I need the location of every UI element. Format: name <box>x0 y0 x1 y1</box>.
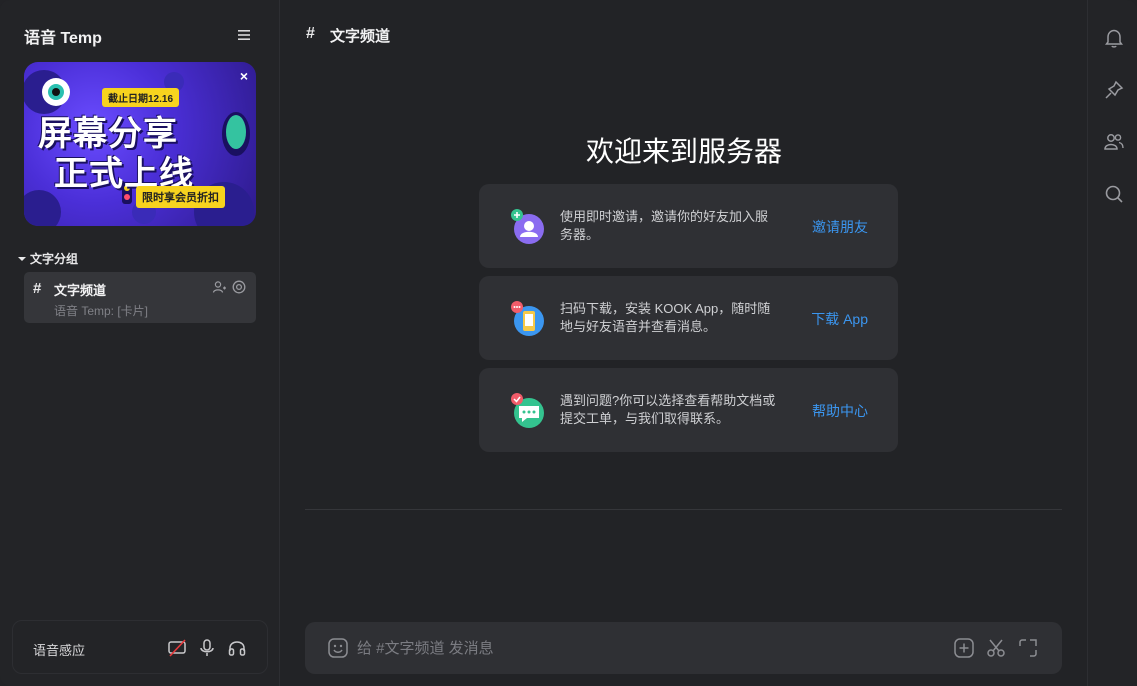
download-app-link[interactable]: 下载 App <box>811 309 868 329</box>
welcome-heading: 欢迎来到服务器 <box>585 136 782 167</box>
channel-title: 文字频道 <box>330 28 391 45</box>
banner-close-button[interactable]: × <box>240 68 248 84</box>
banner-promo: 限时享会员折扣 <box>136 186 225 208</box>
voice-activity-label: 语音感应 <box>33 643 86 658</box>
screen-share-off-icon[interactable] <box>167 638 187 658</box>
channel-sidebar: 语音 Temp 截止日期12.16 屏幕分享 正式上线 限时享会员折扣 × 文字… <box>0 0 280 686</box>
server-title[interactable]: 语音 Temp <box>24 24 102 48</box>
invite-friends-link[interactable]: 邀请朋友 <box>812 217 868 237</box>
invite-card: 使用即时邀请，邀请你的好友加入服务器。 邀请朋友 <box>479 184 898 268</box>
channel-group-header[interactable]: 文字分组 <box>18 250 78 267</box>
banner-deadline: 截止日期12.16 <box>102 88 180 107</box>
bell-icon[interactable] <box>1103 27 1125 49</box>
search-icon[interactable] <box>1103 183 1125 205</box>
channel-group-label: 文字分组 <box>30 252 79 266</box>
channel-item-text[interactable]: # 文字频道 语音 Temp: [卡片] <box>24 272 256 323</box>
message-input[interactable] <box>357 636 917 660</box>
expand-icon[interactable] <box>1017 637 1039 659</box>
help-card-text: 遇到问题?你可以选择查看帮助文档或提交工单，与我们取得联系。 <box>560 393 776 426</box>
help-card: 遇到问题?你可以选择查看帮助文档或提交工单，与我们取得联系。 帮助中心 <box>479 368 898 452</box>
settings-icon[interactable] <box>232 280 246 294</box>
promo-banner[interactable]: 截止日期12.16 屏幕分享 正式上线 限时享会员折扣 × <box>24 62 256 226</box>
pin-icon[interactable] <box>1103 79 1125 101</box>
invite-user-icon <box>511 209 544 244</box>
hash-icon: # <box>306 25 315 42</box>
invite-card-text: 使用即时邀请，邀请你的好友加入服务器。 <box>560 209 769 242</box>
invite-user-icon[interactable] <box>212 280 226 294</box>
channel-name: 文字频道 <box>54 283 107 298</box>
download-card-text: 扫码下载，安装 KOOK App，随时随地与好友语音并查看消息。 <box>560 301 771 334</box>
main-panel: # 文字频道 欢迎来到服务器 使用即时邀请，邀请你的好友加入服务器。 邀请朋友 <box>281 0 1087 686</box>
voice-control-bar: 语音感应 <box>12 620 268 674</box>
headphones-icon[interactable] <box>227 638 247 658</box>
download-card: 扫码下载，安装 KOOK App，随时随地与好友语音并查看消息。 下载 App <box>479 276 898 360</box>
caret-down-icon <box>18 256 26 261</box>
divider <box>305 509 1062 510</box>
message-composer <box>305 622 1062 674</box>
emoji-icon[interactable] <box>327 637 349 659</box>
help-center-link[interactable]: 帮助中心 <box>812 401 868 421</box>
app-window: 语音 Temp 截止日期12.16 屏幕分享 正式上线 限时享会员折扣 × 文字… <box>0 0 1137 686</box>
menu-icon[interactable] <box>236 27 252 43</box>
chat-bubble-icon <box>511 393 544 428</box>
hash-icon: # <box>33 280 42 297</box>
scissors-icon[interactable] <box>985 637 1007 659</box>
add-attachment-icon[interactable] <box>953 637 975 659</box>
mobile-app-icon <box>511 301 544 336</box>
right-toolbar <box>1087 0 1137 686</box>
members-icon[interactable] <box>1103 131 1125 153</box>
channel-subtitle: 语音 Temp: [卡片] <box>54 304 149 318</box>
microphone-icon[interactable] <box>197 638 217 658</box>
